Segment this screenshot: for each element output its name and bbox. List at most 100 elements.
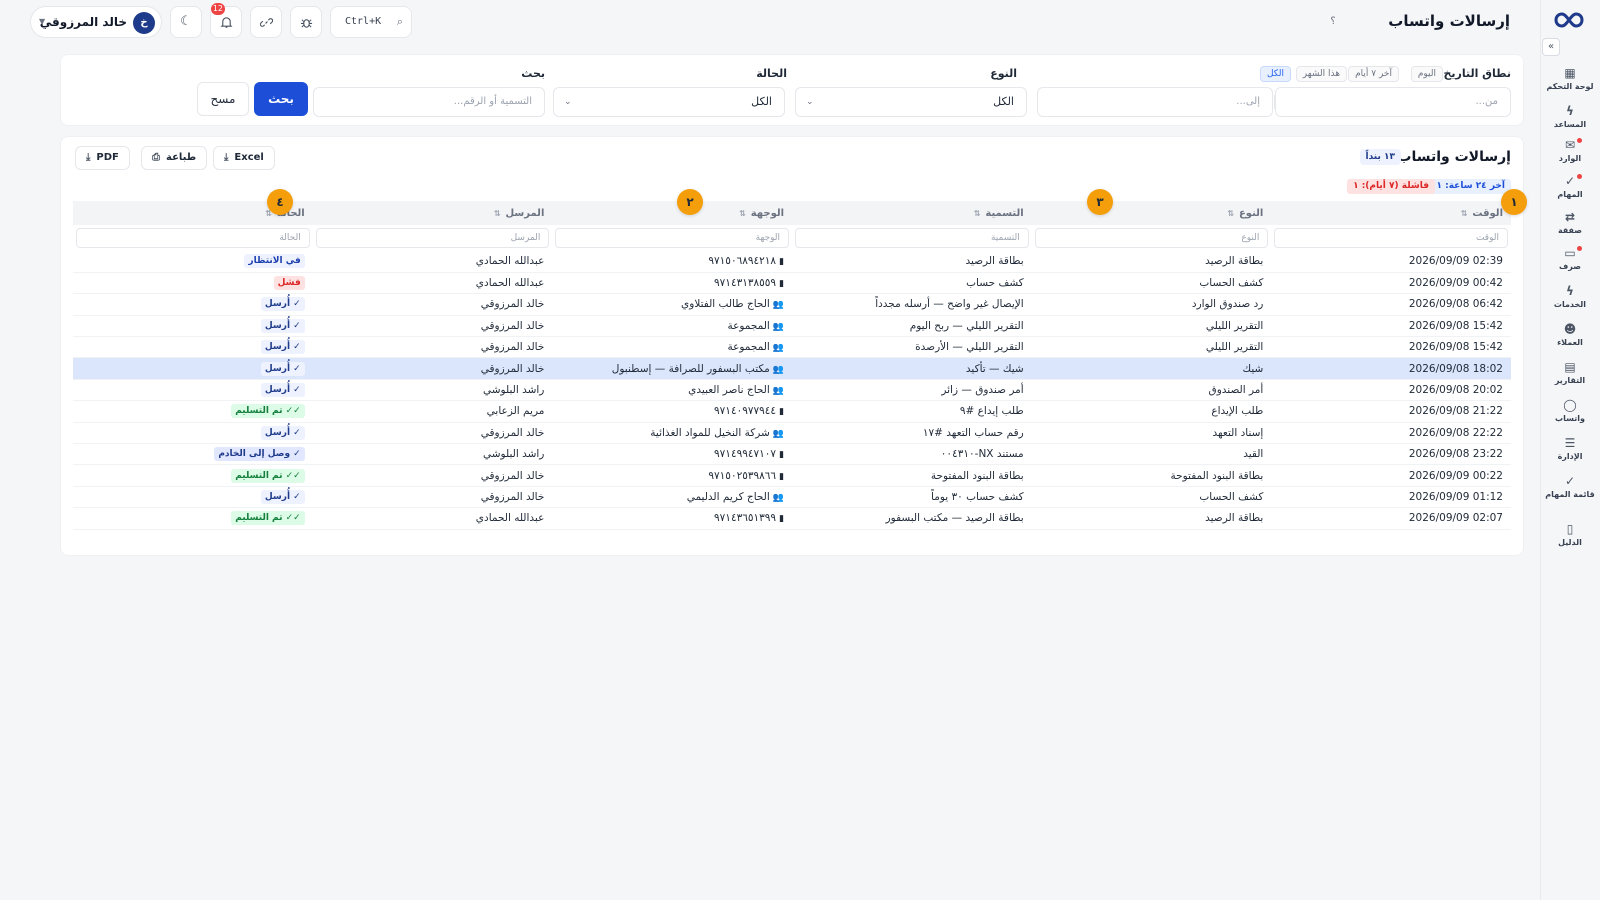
date-chip[interactable]: هذا الشهر: [1295, 66, 1347, 82]
column-filter-input[interactable]: المرسل: [315, 228, 550, 248]
table-row[interactable]: 2026/09/09 01:12 كشف الحساب كشف حساب ٣٠ يو…: [73, 486, 1511, 509]
collapse-sidebar-button[interactable]: »: [1542, 38, 1560, 56]
sort-icon: ⇅: [494, 208, 504, 218]
download-icon: ⤓: [86, 152, 91, 163]
table-row[interactable]: 2026/09/09 00:42 كشف الحساب كشف حساب ▮٩٧١٤٣…: [73, 272, 1511, 295]
column-filter-cell: الحالة: [73, 225, 313, 251]
table-row[interactable]: 2026/09/09 02:39 بطاقة الرصيد بطاقة الرصيد…: [73, 251, 1511, 273]
cell-label-link[interactable]: بطاقة الرصيد: [792, 251, 1032, 273]
status-badge: ✓ أُرسل: [260, 361, 305, 376]
date-range-label: نطاق التاريخ: [1443, 67, 1511, 80]
table-row[interactable]: 2026/09/08 06:42 رد صندوق الوارد الإيصال غ…: [73, 293, 1511, 316]
type-select[interactable]: الكل ⌄: [795, 87, 1027, 117]
date-chip[interactable]: آخر ٧ أيام: [1348, 66, 1399, 82]
search-button[interactable]: بحث: [254, 82, 308, 116]
clear-button[interactable]: مسح: [197, 82, 249, 116]
cell-status: ✓✓ تم التسليم: [73, 400, 313, 423]
column-filter-cell: النوع: [1031, 225, 1272, 251]
debug-button[interactable]: [290, 6, 322, 38]
date-chip[interactable]: اليوم: [1410, 66, 1443, 82]
column-filter-input[interactable]: النوع: [1034, 228, 1269, 248]
table-row[interactable]: 2026/09/08 18:02 شيك شيك — تأكيد 👥مكتب البس…: [73, 357, 1511, 380]
cell-label-link[interactable]: بطاقة البنود المفتوحة: [792, 464, 1032, 487]
sidebar-item-12[interactable]: ▯ الدليل: [1544, 520, 1596, 556]
cell-label-link[interactable]: الإيصال غير واضح — أرسله مجدداً: [792, 293, 1032, 316]
cell-destination: 👥الحاج كريم الدليمي: [552, 486, 793, 509]
cell-label-link[interactable]: التقرير الليلي — ربح اليوم: [792, 315, 1032, 338]
sidebar-item-4[interactable]: ⇄ صفقة: [1544, 208, 1596, 244]
cell-sender: عبدالله الحمادي: [312, 251, 553, 273]
table-row[interactable]: 2026/09/08 22:22 إسناد التعهد رقم حساب الت…: [73, 422, 1511, 445]
table-row[interactable]: 2026/09/09 02:07 بطاقة الرصيد بطاقة الرصيد…: [73, 507, 1511, 530]
notifications-button[interactable]: 12: [210, 3, 242, 38]
table-row[interactable]: 2026/09/08 23:22 القيد مستند NX-٠٠٤٣١٠ ▮٩٧١…: [73, 443, 1511, 466]
cell-time: 2026/09/09 00:42: [1271, 272, 1511, 295]
marker-4: ٤: [267, 189, 293, 215]
sidebar-item-3[interactable]: ✓ المهام: [1544, 172, 1596, 208]
table-row[interactable]: 2026/09/08 15:42 التقرير الليلي التقرير ال…: [73, 315, 1511, 338]
help-icon[interactable]: ؟: [1326, 15, 1340, 29]
status-badge: ✓✓ تم التسليم: [231, 511, 305, 526]
cell-type: كشف الحساب: [1031, 486, 1272, 509]
cell-sender: راشد البلوشي: [312, 443, 553, 466]
cell-type: شيك: [1031, 357, 1272, 380]
table-row[interactable]: 2026/09/09 00:22 بطاقة البنود المفتوحة بطا…: [73, 464, 1511, 487]
sidebar-item-label: واتساب: [1555, 414, 1585, 423]
cell-label-link[interactable]: كشف حساب ٣٠ يوماً: [792, 486, 1032, 509]
column-filter-cell: التسمية: [792, 225, 1032, 251]
cell-label-link[interactable]: طلب إيداع #٩: [792, 400, 1032, 423]
status-label: الحالة: [756, 67, 787, 80]
column-header[interactable]: التسمية ⇅: [792, 201, 1032, 225]
table-row[interactable]: 2026/09/08 21:22 طلب الإيداع طلب إيداع #٩ ▮…: [73, 400, 1511, 423]
sidebar-item-5[interactable]: ▭ صرف: [1544, 244, 1596, 280]
sidebar-item-10[interactable]: ☰ الإدارة: [1544, 434, 1596, 470]
date-chip[interactable]: الكل: [1259, 66, 1291, 82]
link-button[interactable]: [250, 6, 282, 38]
sidebar-item-2[interactable]: ✉ الوارد: [1544, 136, 1596, 172]
export-pdf-button[interactable]: PDF ⤓: [75, 146, 130, 170]
cell-status: فشل: [73, 272, 313, 295]
column-header[interactable]: النوع ⇅: [1031, 201, 1272, 225]
date-from-input[interactable]: من...: [1275, 87, 1511, 117]
theme-toggle-button[interactable]: ☾: [170, 6, 202, 38]
table-row[interactable]: 2026/09/08 20:02 أمر الصندوق أمر صندوق — ز…: [73, 379, 1511, 402]
export-excel-button[interactable]: Excel ⤓: [213, 146, 275, 170]
cell-label-link[interactable]: شيك — تأكيد: [792, 357, 1032, 380]
sidebar-item-8[interactable]: ▤ التقارير: [1544, 358, 1596, 394]
cell-label-link[interactable]: مستند NX-٠٠٤٣١٠: [792, 443, 1032, 466]
column-filter-input[interactable]: الوجهة: [555, 228, 790, 248]
search-input[interactable]: التسمية أو الرقم...: [313, 87, 545, 117]
column-header[interactable]: الوجهة ⇅: [552, 201, 793, 225]
column-header-label: المرسل: [505, 207, 545, 219]
type-label: النوع: [990, 67, 1017, 80]
column-filter-input[interactable]: الحالة: [76, 228, 310, 248]
check-icon: ✓: [1564, 174, 1576, 188]
sidebar-item-11[interactable]: ✓ قائمة المهام: [1544, 472, 1596, 508]
column-filter-input[interactable]: التسمية: [795, 228, 1029, 248]
user-menu[interactable]: خ خالد المرزوقي ▼: [30, 6, 162, 38]
column-filter-input[interactable]: الوقت: [1274, 228, 1508, 248]
table-row[interactable]: 2026/09/08 15:42 التقرير الليلي التقرير ال…: [73, 336, 1511, 359]
app-logo[interactable]: [1552, 8, 1586, 32]
sidebar-item-6[interactable]: ϟ الخدمات: [1544, 282, 1596, 318]
destination-text: الحاج كريم الدليمي: [686, 490, 770, 503]
cell-label-link[interactable]: كشف حساب: [792, 272, 1032, 295]
date-to-input[interactable]: إلى...: [1037, 87, 1273, 117]
sidebar-item-0[interactable]: ▦ لوحة التحكم: [1544, 64, 1596, 100]
column-header[interactable]: المرسل ⇅: [312, 201, 553, 225]
type-select-value: الكل: [993, 95, 1014, 108]
cell-time: 2026/09/09 01:12: [1271, 486, 1511, 509]
sidebar-item-7[interactable]: ☻ العملاء: [1544, 320, 1596, 356]
column-header[interactable]: الوقت ⇅: [1271, 201, 1511, 225]
print-button[interactable]: طباعة ⎙: [141, 146, 208, 170]
status-select[interactable]: الكل ⌄: [553, 87, 785, 117]
cell-label-link[interactable]: بطاقة الرصيد — مكتب البسفور: [792, 507, 1032, 530]
sidebar-item-9[interactable]: ◯ واتساب: [1544, 396, 1596, 432]
command-search-button[interactable]: Ctrl+K ⌕: [330, 6, 412, 38]
status-badge: ✓ أُرسل: [260, 425, 305, 440]
link-icon: [259, 18, 273, 27]
cell-label-link[interactable]: أمر صندوق — زائر: [792, 379, 1032, 402]
sidebar-item-1[interactable]: ϟ المساعد: [1544, 102, 1596, 138]
cell-label-link[interactable]: التقرير الليلي — الأرصدة: [792, 336, 1032, 359]
cell-label-link[interactable]: رقم حساب التعهد #١٧: [792, 422, 1032, 445]
